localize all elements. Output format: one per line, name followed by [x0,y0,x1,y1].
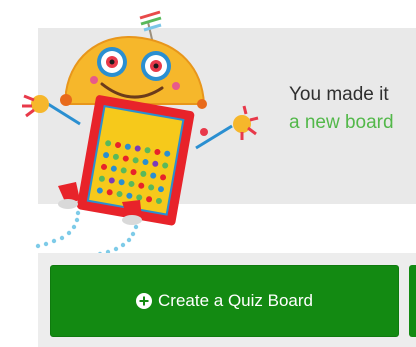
robot-mascot-illustration [22,10,259,256]
secondary-action-button-edge[interactable] [409,265,416,337]
hero-line-2: a new board [289,112,394,133]
create-quiz-board-button[interactable]: Create a Quiz Board [50,265,399,337]
plus-circle-icon [136,293,153,309]
hero-line-1: You made it [289,84,389,105]
hero-message: You made it a new board [289,81,394,137]
create-quiz-board-label: Create a Quiz Board [158,291,313,310]
